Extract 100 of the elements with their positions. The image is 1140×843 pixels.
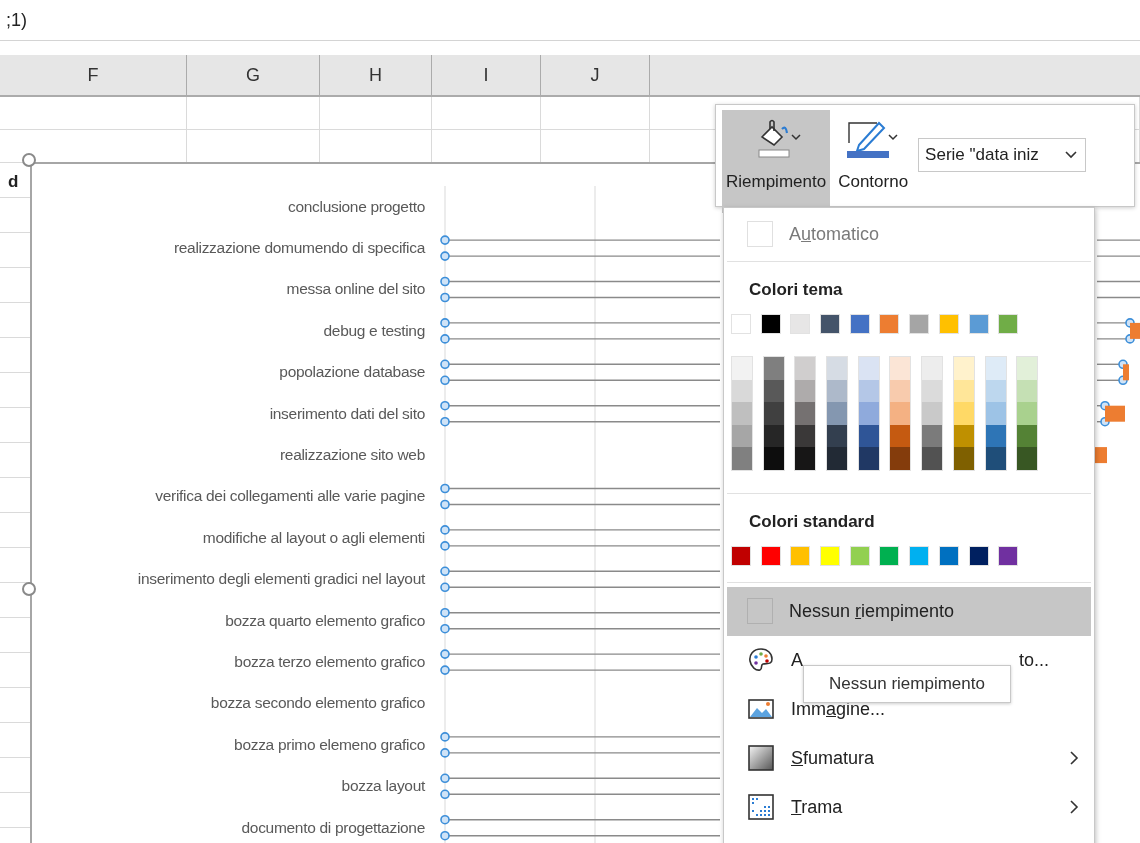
selected-bar-outline[interactable]	[440, 318, 721, 344]
color-swatch[interactable]	[849, 314, 870, 334]
color-swatch[interactable]	[1017, 379, 1038, 402]
selected-bar-outline[interactable]	[440, 566, 721, 593]
selected-bar-outline[interactable]	[440, 400, 721, 427]
color-swatch[interactable]	[795, 379, 816, 402]
color-swatch[interactable]	[858, 357, 879, 380]
series-dropdown[interactable]: Serie "data iniz	[918, 138, 1087, 172]
color-swatch[interactable]	[1017, 357, 1038, 380]
color-swatch[interactable]	[827, 424, 848, 447]
color-swatch[interactable]	[985, 424, 1006, 447]
color-swatch[interactable]	[890, 402, 911, 425]
column-header[interactable]: G	[187, 55, 320, 95]
color-swatch[interactable]	[938, 314, 959, 334]
color-swatch[interactable]	[879, 545, 900, 566]
color-swatch[interactable]	[858, 447, 879, 470]
selected-bar-outline[interactable]	[440, 607, 721, 634]
color-swatch[interactable]	[890, 357, 911, 380]
selected-bar-outline[interactable]	[440, 814, 721, 841]
color-swatch[interactable]	[827, 402, 848, 425]
color-swatch[interactable]	[790, 314, 811, 334]
color-swatch[interactable]	[763, 357, 784, 380]
color-swatch[interactable]	[953, 379, 974, 402]
selected-bar-outline[interactable]	[440, 276, 721, 303]
color-swatch[interactable]	[922, 357, 943, 380]
color-swatch[interactable]	[909, 545, 930, 566]
gantt-bar	[1130, 322, 1140, 339]
color-swatch[interactable]	[953, 357, 974, 380]
color-swatch[interactable]	[827, 357, 848, 380]
color-swatch[interactable]	[985, 402, 1006, 425]
selected-bar-outline[interactable]	[1096, 280, 1140, 299]
selected-bar-outline[interactable]	[440, 525, 721, 551]
task-label: modifiche al layout o agli elementi	[202, 528, 425, 547]
selected-bar-outline[interactable]	[1096, 239, 1140, 257]
menu-item[interactable]: Sfumatura	[727, 733, 1091, 783]
selected-bar-outline[interactable]	[440, 649, 721, 675]
color-swatch[interactable]	[922, 402, 943, 425]
color-swatch[interactable]	[731, 314, 751, 334]
color-swatch[interactable]	[795, 357, 816, 380]
color-swatch[interactable]	[985, 379, 1006, 402]
color-swatch[interactable]	[985, 447, 1006, 470]
color-swatch[interactable]	[795, 424, 816, 447]
selected-bar-outline[interactable]	[440, 773, 721, 800]
color-swatch[interactable]	[1017, 447, 1038, 470]
color-swatch[interactable]	[953, 447, 974, 470]
menu-item[interactable]: Nessun riempimento	[727, 586, 1091, 636]
color-swatch[interactable]	[938, 545, 959, 566]
color-swatch[interactable]	[858, 424, 879, 447]
color-swatch[interactable]	[953, 402, 974, 425]
color-swatch[interactable]	[909, 314, 930, 334]
color-swatch[interactable]	[922, 424, 943, 447]
color-swatch[interactable]	[732, 424, 752, 447]
color-swatch[interactable]	[879, 314, 900, 334]
color-swatch[interactable]	[922, 379, 943, 402]
color-swatch[interactable]	[890, 424, 911, 447]
color-swatch[interactable]	[998, 545, 1019, 566]
color-swatch[interactable]	[827, 447, 848, 470]
selected-bar-outline[interactable]	[440, 235, 721, 261]
color-swatch[interactable]	[731, 545, 751, 566]
color-swatch[interactable]	[820, 314, 841, 334]
column-header[interactable]: I	[432, 55, 541, 95]
color-swatch[interactable]	[890, 379, 911, 402]
color-swatch[interactable]	[732, 357, 752, 380]
color-swatch[interactable]	[795, 447, 816, 470]
color-swatch[interactable]	[760, 314, 781, 334]
color-swatch[interactable]	[763, 379, 784, 402]
color-swatch[interactable]	[763, 424, 784, 447]
selected-bar-outline[interactable]	[440, 359, 721, 386]
color-swatch[interactable]	[732, 379, 752, 402]
column-header[interactable]: H	[320, 55, 432, 95]
color-swatch[interactable]	[849, 545, 870, 566]
color-swatch[interactable]	[795, 402, 816, 425]
tooltip: Nessun riempimento	[803, 665, 1011, 703]
color-swatch[interactable]	[968, 545, 989, 566]
color-swatch[interactable]	[790, 545, 811, 566]
selected-bar-outline[interactable]	[440, 732, 721, 758]
color-swatch[interactable]	[763, 402, 784, 425]
color-swatch[interactable]	[858, 379, 879, 402]
color-swatch[interactable]	[922, 447, 943, 470]
color-swatch[interactable]	[890, 447, 911, 470]
color-swatch[interactable]	[760, 545, 781, 566]
column-header[interactable]: F	[0, 55, 187, 95]
color-swatch[interactable]	[763, 447, 784, 470]
color-swatch[interactable]	[858, 402, 879, 425]
resize-handle[interactable]	[22, 153, 36, 167]
column-header[interactable]: J	[541, 55, 650, 95]
color-swatch[interactable]	[732, 447, 752, 470]
color-swatch[interactable]	[985, 357, 1006, 380]
menu-item[interactable]: Trama	[727, 782, 1091, 832]
color-swatch[interactable]	[953, 424, 974, 447]
color-swatch[interactable]	[732, 402, 752, 425]
color-swatch[interactable]	[1017, 402, 1038, 425]
selected-bar-outline[interactable]	[440, 483, 721, 510]
color-swatch[interactable]	[827, 379, 848, 402]
color-swatch[interactable]	[968, 314, 989, 334]
toolbar-button[interactable]: Riempimento	[722, 110, 831, 213]
color-swatch[interactable]	[820, 545, 841, 566]
color-swatch[interactable]	[1017, 424, 1038, 447]
gantt-bar	[1123, 364, 1129, 381]
color-swatch[interactable]	[998, 314, 1019, 334]
